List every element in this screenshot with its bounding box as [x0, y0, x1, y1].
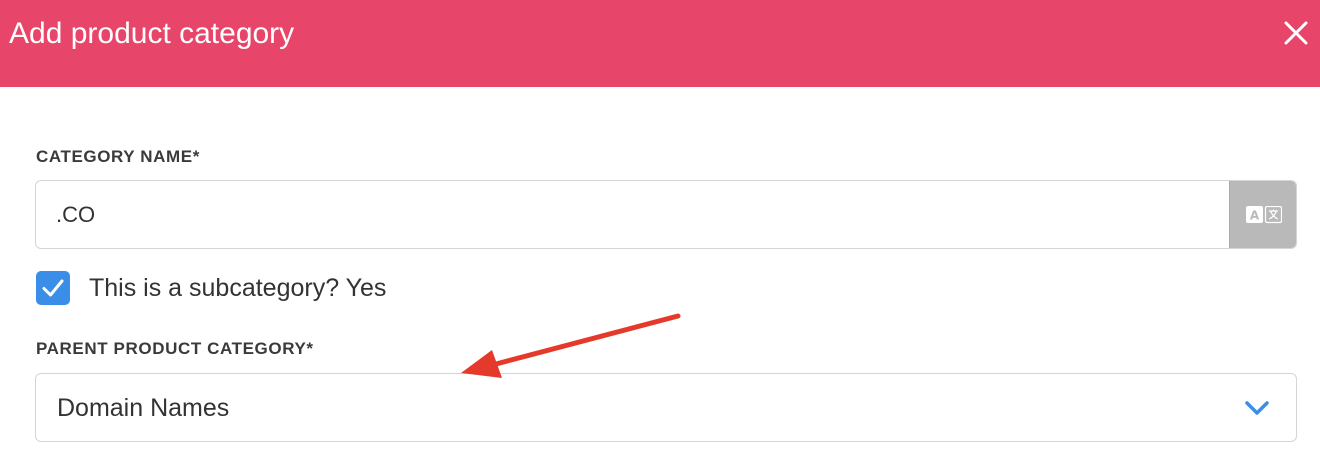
translate-button[interactable]: A [1229, 181, 1296, 248]
chevron-down-icon [1245, 401, 1269, 415]
subcategory-label: This is a subcategory? Yes [89, 274, 387, 302]
category-name-input[interactable] [36, 181, 1228, 248]
modal-title: Add product category [9, 17, 295, 50]
parent-category-value: Domain Names [57, 394, 230, 422]
parent-category-label: PARENT PRODUCT CATEGORY* [36, 339, 314, 358]
translate-icon: A [1246, 206, 1282, 224]
category-name-field: A [35, 180, 1297, 249]
checkmark-icon [42, 279, 64, 297]
modal-header: Add product category [0, 0, 1320, 87]
category-name-label: CATEGORY NAME* [36, 147, 200, 166]
subcategory-checkbox[interactable] [36, 271, 70, 305]
parent-category-select[interactable]: Domain Names [35, 373, 1297, 442]
svg-text:A: A [1250, 209, 1260, 223]
close-icon[interactable] [1280, 17, 1312, 49]
